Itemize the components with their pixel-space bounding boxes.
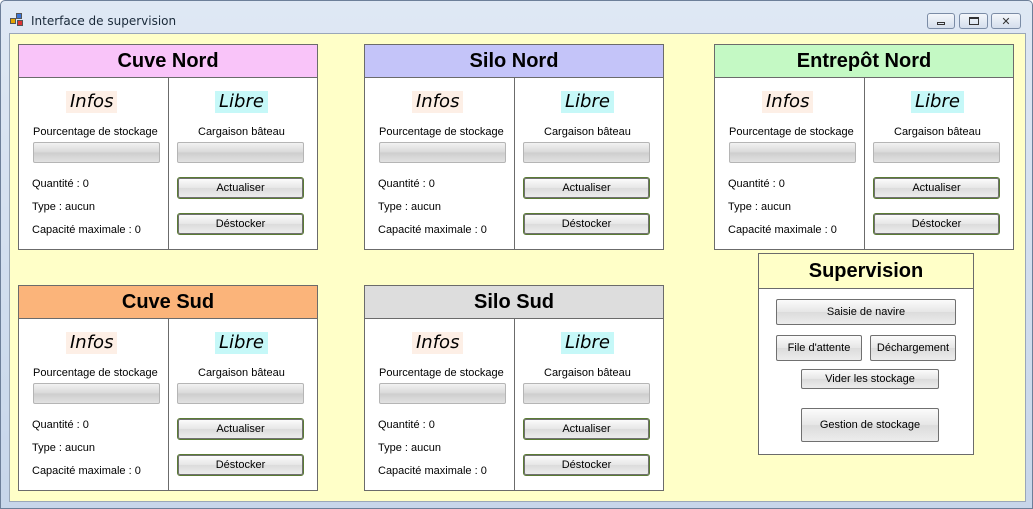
- entrepot-nord-storage-pct-label: Pourcentage de stockage: [729, 126, 854, 138]
- dechargement-button[interactable]: Déchargement: [870, 335, 956, 361]
- column-divider: [514, 78, 515, 249]
- silo-sud-storage-progress: [379, 383, 506, 404]
- maximize-icon: [968, 17, 979, 25]
- cuve-nord-storage-progress: [33, 142, 160, 163]
- app-icon: [10, 13, 24, 27]
- close-icon: ✕: [1001, 14, 1011, 28]
- cuve-nord-storage-pct-label: Pourcentage de stockage: [33, 126, 158, 138]
- supervision-title: Supervision: [759, 254, 973, 289]
- entrepot-nord-panel: Entrepôt Nord Infos Libre Pourcentage de…: [714, 44, 1014, 250]
- silo-nord-actualiser-button[interactable]: Actualiser: [523, 177, 650, 199]
- silo-sud-cargo-progress: [523, 383, 650, 404]
- silo-nord-storage-pct-label: Pourcentage de stockage: [379, 126, 504, 138]
- silo-nord-capacity: Capacité maximale : 0: [378, 224, 487, 236]
- silo-sud-actualiser-button[interactable]: Actualiser: [523, 418, 650, 440]
- cuve-nord-quantity: Quantité : 0: [32, 178, 89, 190]
- silo-sud-type: Type : aucun: [378, 442, 441, 454]
- silo-sud-cargo-label: Cargaison bâteau: [544, 367, 631, 379]
- silo-nord-cargo-progress: [523, 142, 650, 163]
- entrepot-nord-libre-label: Libre: [911, 91, 964, 113]
- supervision-panel: Supervision Saisie de navire File d'atte…: [758, 253, 974, 455]
- silo-nord-quantity: Quantité : 0: [378, 178, 435, 190]
- silo-sud-panel: Silo Sud Infos Libre Pourcentage de stoc…: [364, 285, 664, 491]
- file-attente-button[interactable]: File d'attente: [776, 335, 862, 361]
- silo-sud-title: Silo Sud: [365, 286, 663, 319]
- silo-nord-title: Silo Nord: [365, 45, 663, 78]
- entrepot-nord-capacity: Capacité maximale : 0: [728, 224, 837, 236]
- cuve-sud-title: Cuve Sud: [19, 286, 317, 319]
- column-divider: [168, 78, 169, 249]
- cuve-sud-storage-progress: [33, 383, 160, 404]
- cuve-sud-capacity: Capacité maximale : 0: [32, 465, 141, 477]
- cuve-sud-destocker-button[interactable]: Déstocker: [177, 454, 304, 476]
- cuve-nord-cargo-label: Cargaison bâteau: [198, 126, 285, 138]
- cuve-nord-libre-label: Libre: [215, 91, 268, 113]
- cuve-nord-type: Type : aucun: [32, 201, 95, 213]
- column-divider: [514, 319, 515, 490]
- cuve-nord-title: Cuve Nord: [19, 45, 317, 78]
- silo-sud-quantity: Quantité : 0: [378, 419, 435, 431]
- cuve-nord-infos-label: Infos: [66, 91, 118, 113]
- silo-nord-cargo-label: Cargaison bâteau: [544, 126, 631, 138]
- entrepot-nord-infos-label: Infos: [762, 91, 814, 113]
- entrepot-nord-storage-progress: [729, 142, 856, 163]
- cuve-sud-quantity: Quantité : 0: [32, 419, 89, 431]
- entrepot-nord-quantity: Quantité : 0: [728, 178, 785, 190]
- silo-nord-storage-progress: [379, 142, 506, 163]
- title-bar: Interface de supervision ✕: [1, 1, 1032, 33]
- cuve-sud-libre-label: Libre: [215, 332, 268, 354]
- cuve-nord-panel: Cuve Nord Infos Libre Pourcentage de sto…: [18, 44, 318, 250]
- saisie-navire-button[interactable]: Saisie de navire: [776, 299, 956, 325]
- cuve-sud-infos-label: Infos: [66, 332, 118, 354]
- entrepot-nord-type: Type : aucun: [728, 201, 791, 213]
- silo-nord-libre-label: Libre: [561, 91, 614, 113]
- minimize-icon: [937, 22, 945, 25]
- silo-sud-libre-label: Libre: [561, 332, 614, 354]
- silo-nord-destocker-button[interactable]: Déstocker: [523, 213, 650, 235]
- entrepot-nord-cargo-progress: [873, 142, 1000, 163]
- cuve-sud-cargo-progress: [177, 383, 304, 404]
- column-divider: [864, 78, 865, 249]
- maximize-button[interactable]: [959, 13, 988, 29]
- entrepot-nord-cargo-label: Cargaison bâteau: [894, 126, 981, 138]
- cuve-sud-cargo-label: Cargaison bâteau: [198, 367, 285, 379]
- entrepot-nord-title: Entrepôt Nord: [715, 45, 1013, 78]
- cuve-nord-destocker-button[interactable]: Déstocker: [177, 213, 304, 235]
- gestion-stockage-button[interactable]: Gestion de stockage: [801, 408, 939, 442]
- cuve-sud-actualiser-button[interactable]: Actualiser: [177, 418, 304, 440]
- entrepot-nord-actualiser-button[interactable]: Actualiser: [873, 177, 1000, 199]
- minimize-button[interactable]: [927, 13, 955, 29]
- silo-nord-panel: Silo Nord Infos Libre Pourcentage de sto…: [364, 44, 664, 250]
- cuve-sud-panel: Cuve Sud Infos Libre Pourcentage de stoc…: [18, 285, 318, 491]
- window-title: Interface de supervision: [31, 14, 177, 28]
- silo-sud-destocker-button[interactable]: Déstocker: [523, 454, 650, 476]
- silo-nord-infos-label: Infos: [412, 91, 464, 113]
- silo-sud-storage-pct-label: Pourcentage de stockage: [379, 367, 504, 379]
- cuve-nord-capacity: Capacité maximale : 0: [32, 224, 141, 236]
- silo-nord-type: Type : aucun: [378, 201, 441, 213]
- cuve-sud-storage-pct-label: Pourcentage de stockage: [33, 367, 158, 379]
- silo-sud-infos-label: Infos: [412, 332, 464, 354]
- entrepot-nord-destocker-button[interactable]: Déstocker: [873, 213, 1000, 235]
- close-button[interactable]: ✕: [991, 13, 1021, 29]
- cuve-nord-cargo-progress: [177, 142, 304, 163]
- silo-sud-capacity: Capacité maximale : 0: [378, 465, 487, 477]
- vider-stockage-button[interactable]: Vider les stockage: [801, 369, 939, 389]
- cuve-sud-type: Type : aucun: [32, 442, 95, 454]
- cuve-nord-actualiser-button[interactable]: Actualiser: [177, 177, 304, 199]
- column-divider: [168, 319, 169, 490]
